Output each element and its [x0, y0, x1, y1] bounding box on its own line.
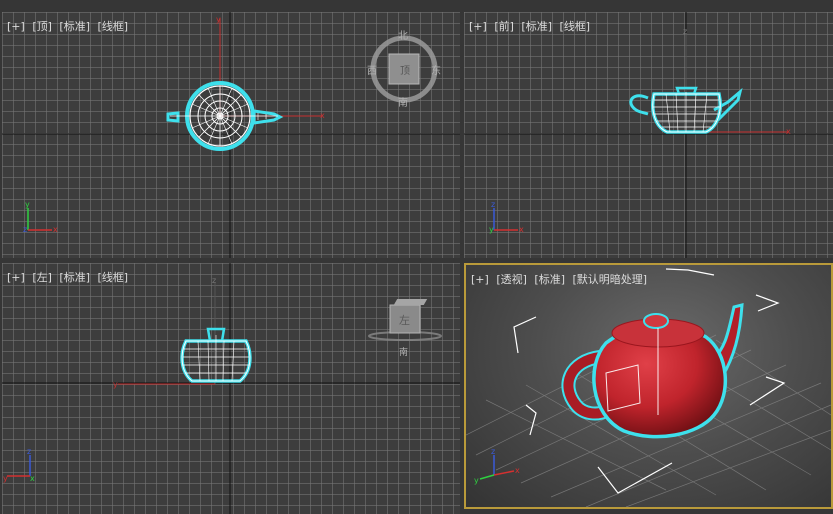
viewport-persp-standard-menu[interactable]: [标准] — [534, 273, 565, 286]
viewport-left[interactable]: [+] [左] [标准] [线框] z y 左 南 z y x — [2, 263, 460, 514]
viewport-left-view-menu[interactable]: [左] — [32, 271, 52, 284]
svg-text:z: z — [491, 447, 495, 456]
viewport-front[interactable]: [+] [前] [标准] [线框] z x z x y — [464, 12, 833, 258]
viewport-front-shading-menu[interactable]: [线框] — [560, 20, 591, 33]
viewport-perspective[interactable]: [+] [透视] [标准] [默认明暗处理] z x y — [464, 263, 833, 509]
svg-text:x: x — [30, 474, 35, 483]
viewport-front-canvas: z x z x y — [464, 12, 833, 258]
viewport-top-plus-menu[interactable]: [+] — [7, 20, 25, 33]
viewcube-north[interactable]: 北 — [398, 30, 408, 42]
viewcube-east[interactable]: 东 — [431, 64, 441, 77]
teapot-object[interactable] — [180, 327, 252, 383]
teapot-object[interactable] — [629, 86, 743, 134]
viewport-persp-view-menu[interactable]: [透视] — [496, 273, 527, 286]
teapot-object[interactable] — [561, 303, 744, 439]
viewcube-left[interactable]: 左 南 — [368, 299, 442, 358]
viewport-perspective-canvas: z x y — [466, 268, 831, 507]
viewport-left-plus-menu[interactable]: [+] — [7, 271, 25, 284]
svg-text:x: x — [515, 466, 520, 475]
viewport-front-plus-menu[interactable]: [+] — [469, 20, 487, 33]
viewcube-face-label: 左 — [399, 314, 410, 327]
teapot-object[interactable] — [166, 81, 284, 151]
svg-text:z: z — [27, 447, 31, 456]
viewport-perspective-label: [+] [透视] [标准] [默认明暗处理] — [471, 271, 651, 287]
svg-text:z: z — [23, 225, 27, 234]
viewport-left-label: [+] [左] [标准] [线框] — [7, 269, 132, 285]
viewport-top[interactable]: [+] [顶] [标准] [线框] y x 顶 北 西 东 南 y x z — [2, 12, 460, 258]
viewport-left-canvas: z y 左 南 z y x — [2, 263, 460, 514]
viewport-top-canvas: y x 顶 北 西 东 南 y x z — [2, 12, 460, 258]
svg-text:x: x — [53, 225, 58, 234]
viewport-left-standard-menu[interactable]: [标准] — [59, 271, 90, 284]
gizmo-y-label: y — [216, 15, 221, 24]
viewport-top-label: [+] [顶] [标准] [线框] — [7, 18, 132, 34]
svg-text:y: y — [3, 474, 8, 483]
viewcube-south[interactable]: 南 — [398, 96, 408, 109]
axis-tripod-icon: z x y — [489, 200, 524, 234]
gizmo-x-label: x — [320, 111, 325, 120]
svg-text:y: y — [113, 380, 118, 389]
viewport-top-standard-menu[interactable]: [标准] — [59, 20, 90, 33]
axis-tripod-icon: y x z — [23, 200, 58, 234]
viewport-persp-shading-menu[interactable]: [默认明暗处理] — [573, 273, 648, 286]
viewport-front-view-menu[interactable]: [前] — [494, 20, 514, 33]
svg-text:y: y — [489, 225, 494, 234]
axis-tripod-icon: z y x — [3, 447, 35, 483]
viewcube-top[interactable]: 顶 北 西 东 南 — [367, 30, 441, 109]
viewcube-west[interactable]: 西 — [367, 66, 377, 77]
viewport-left-shading-menu[interactable]: [线框] — [98, 271, 129, 284]
svg-text:y: y — [25, 200, 30, 209]
viewport-persp-plus-menu[interactable]: [+] — [471, 273, 489, 286]
svg-text:x: x — [786, 127, 791, 136]
viewport-front-label: [+] [前] [标准] [线框] — [469, 18, 594, 34]
svg-text:x: x — [519, 225, 524, 234]
svg-text:z: z — [212, 276, 216, 285]
svg-text:z: z — [683, 27, 687, 36]
viewcube-face-label: 顶 — [400, 65, 410, 77]
svg-text:y: y — [474, 476, 479, 485]
viewport-front-standard-menu[interactable]: [标准] — [521, 20, 552, 33]
viewcube-south[interactable]: 南 — [399, 346, 408, 358]
svg-text:z: z — [491, 200, 495, 209]
viewport-top-shading-menu[interactable]: [线框] — [98, 20, 129, 33]
viewport-top-view-menu[interactable]: [顶] — [32, 20, 52, 33]
